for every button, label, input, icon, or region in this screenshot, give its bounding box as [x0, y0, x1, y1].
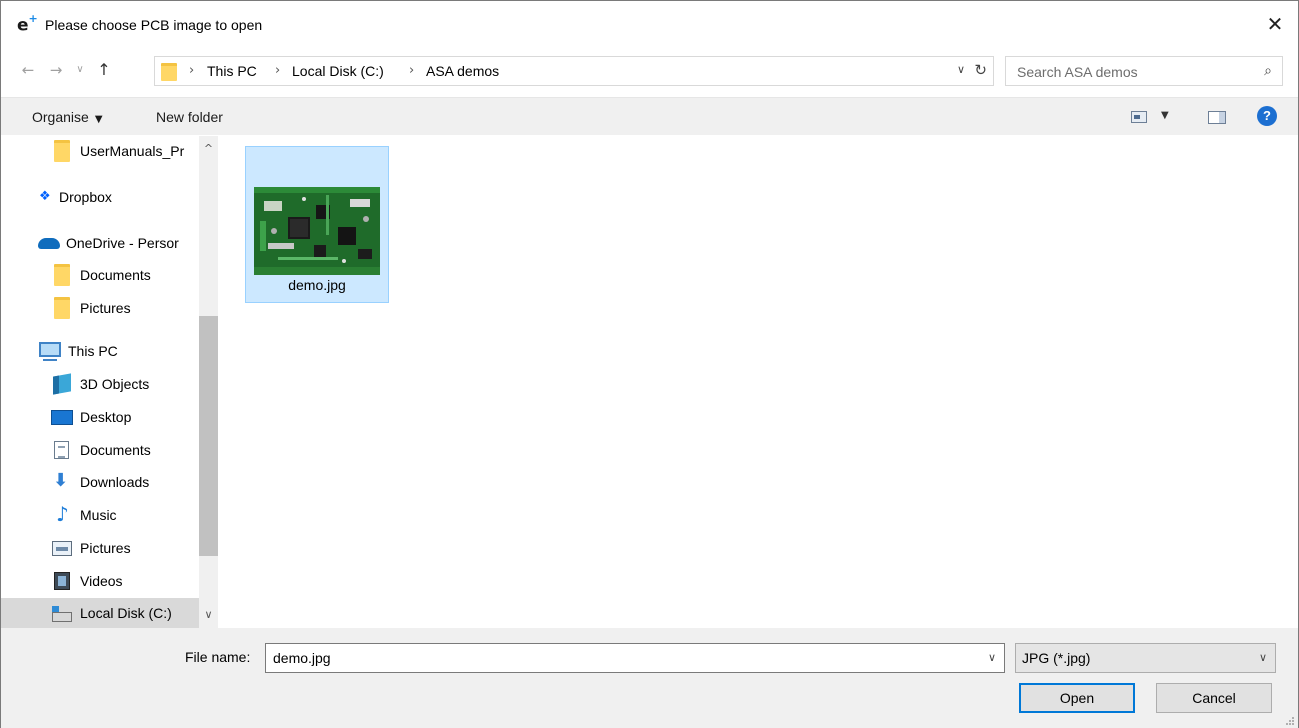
- sidebar-item-label: Pictures: [80, 540, 131, 556]
- local-disk-icon: [52, 606, 72, 622]
- sidebar-item-documents[interactable]: Documents: [1, 435, 199, 465]
- view-options-caret-icon[interactable]: ▼: [1161, 110, 1169, 121]
- sidebar-item-label: Documents: [80, 442, 151, 458]
- sidebar-item-label: Local Disk (C:): [80, 605, 172, 621]
- sidebar-item-label: Documents: [80, 267, 151, 283]
- organise-caret-icon: ▼: [94, 114, 103, 125]
- folder-icon: [54, 140, 70, 162]
- downloads-icon: ⬇: [53, 470, 69, 491]
- cancel-button[interactable]: Cancel: [1156, 683, 1272, 713]
- sidebar-item-videos[interactable]: Videos: [1, 566, 199, 596]
- breadcrumb-local-disk[interactable]: Local Disk (C:): [292, 63, 384, 79]
- close-button[interactable]: ✕: [1252, 1, 1298, 47]
- breadcrumb-asa-demos[interactable]: ASA demos: [426, 63, 499, 79]
- file-item-demo-jpg[interactable]: demo.jpg: [245, 146, 389, 303]
- recent-locations-chevron-icon[interactable]: ∨: [69, 59, 91, 81]
- sidebar-item-label: Music: [80, 507, 117, 523]
- sidebar-item-onedrive-pictures[interactable]: Pictures: [1, 293, 199, 323]
- file-name-input[interactable]: demo.jpg ∨: [265, 643, 1005, 673]
- onedrive-icon: [38, 238, 60, 249]
- back-button[interactable]: ←: [17, 59, 39, 81]
- sidebar-item-label: Dropbox: [59, 189, 112, 205]
- organise-button[interactable]: Organise ▼: [32, 109, 103, 125]
- sidebar-item-dropbox[interactable]: ❖ Dropbox: [1, 182, 199, 212]
- sidebar-item-this-pc[interactable]: This PC: [1, 336, 199, 366]
- resize-grip-icon[interactable]: [1284, 715, 1294, 725]
- file-list-area[interactable]: demo.jpg: [219, 136, 1298, 628]
- forward-button[interactable]: →: [45, 59, 67, 81]
- chevron-down-icon[interactable]: ∨: [1259, 651, 1267, 664]
- sidebar-item-label: 3D Objects: [80, 376, 150, 392]
- videos-icon: [54, 572, 70, 590]
- sidebar-item-local-disk[interactable]: Local Disk (C:): [1, 598, 199, 628]
- refresh-icon[interactable]: ↻: [974, 61, 987, 79]
- sidebar-item-label: This PC: [68, 343, 118, 359]
- address-bar[interactable]: › This PC › Local Disk (C:) › ASA demos …: [154, 56, 994, 86]
- file-name-label: demo.jpg: [288, 277, 346, 293]
- navigation-pane: UserManuals_Pr ❖ Dropbox OneDrive - Pers…: [1, 136, 218, 628]
- folder-icon: [161, 63, 177, 81]
- sidebar-item-label: Videos: [80, 573, 123, 589]
- scroll-up-icon[interactable]: ^: [199, 142, 218, 155]
- file-type-select[interactable]: JPG (*.jpg) ∨: [1015, 643, 1276, 673]
- command-bar: Organise ▼ New folder ▼ ?: [1, 97, 1298, 135]
- open-file-dialog: e+ Please choose PCB image to open ✕ ← →…: [0, 0, 1299, 728]
- title-bar: e+ Please choose PCB image to open ✕: [1, 1, 1298, 47]
- help-icon[interactable]: ?: [1257, 106, 1277, 126]
- sidebar-item-usermanuals[interactable]: UserManuals_Pr: [1, 136, 199, 166]
- documents-icon: [54, 441, 69, 459]
- preview-pane-icon[interactable]: [1208, 111, 1226, 124]
- sidebar-item-label: Pictures: [80, 300, 131, 316]
- search-input[interactable]: Search ASA demos ⌕: [1005, 56, 1283, 86]
- sidebar-item-3d-objects[interactable]: 3D Objects: [1, 369, 199, 399]
- sidebar-item-label: Downloads: [80, 474, 150, 490]
- sidebar-scrollbar-thumb[interactable]: [199, 316, 218, 556]
- sidebar-item-desktop[interactable]: Desktop: [1, 402, 199, 432]
- scroll-down-icon[interactable]: ∨: [199, 608, 218, 621]
- pictures-icon: [52, 541, 72, 556]
- chevron-down-icon[interactable]: ∨: [988, 651, 996, 664]
- file-name-value: demo.jpg: [273, 650, 331, 666]
- navigation-bar: ← → ∨ ↑ › This PC › Local Disk (C:) › AS…: [1, 51, 1298, 91]
- breadcrumb-separator: ›: [409, 63, 415, 78]
- folder-icon: [54, 264, 70, 286]
- desktop-icon: [51, 410, 73, 425]
- sidebar-item-label: UserManuals_Pr: [80, 143, 185, 159]
- file-name-label: File name:: [185, 649, 251, 665]
- sidebar-item-onedrive[interactable]: OneDrive - Persor: [1, 228, 199, 258]
- file-type-value: JPG (*.jpg): [1022, 650, 1091, 666]
- 3d-objects-icon: [53, 373, 71, 395]
- address-dropdown-icon[interactable]: ∨: [957, 63, 965, 76]
- open-button[interactable]: Open: [1019, 683, 1135, 713]
- breadcrumb-this-pc[interactable]: This PC: [207, 63, 257, 79]
- up-button[interactable]: ↑: [93, 59, 115, 81]
- pcb-thumbnail-image: [254, 187, 380, 275]
- sidebar-item-music[interactable]: ♪ Music: [1, 500, 199, 530]
- sidebar-item-pictures[interactable]: Pictures: [1, 533, 199, 563]
- breadcrumb-separator: ›: [189, 63, 195, 78]
- window-title: Please choose PCB image to open: [45, 17, 263, 33]
- music-icon: ♪: [56, 502, 69, 526]
- pcb-thumbnail-graphic: [254, 187, 380, 275]
- sidebar-item-label: Desktop: [80, 409, 132, 425]
- sidebar-item-label: OneDrive - Persor: [66, 235, 179, 251]
- folder-icon: [54, 297, 70, 319]
- search-icon[interactable]: ⌕: [1264, 63, 1272, 79]
- this-pc-icon: [39, 342, 61, 361]
- app-icon: e+: [17, 12, 38, 36]
- dialog-footer: File name: demo.jpg ∨ JPG (*.jpg) ∨ Open…: [1, 628, 1298, 728]
- breadcrumb-separator: ›: [275, 63, 281, 78]
- search-placeholder: Search ASA demos: [1017, 64, 1138, 80]
- dropbox-icon: ❖: [39, 189, 51, 204]
- change-view-icon[interactable]: [1131, 111, 1147, 123]
- sidebar-item-onedrive-documents[interactable]: Documents: [1, 260, 199, 290]
- sidebar-item-downloads[interactable]: ⬇ Downloads: [1, 467, 199, 497]
- new-folder-button[interactable]: New folder: [156, 109, 223, 125]
